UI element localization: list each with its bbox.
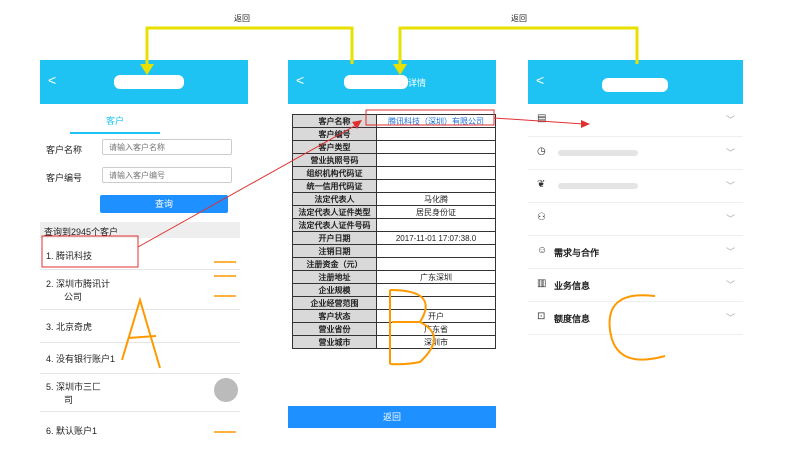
yellow-arrow-b-to-a (145, 26, 354, 70)
yellow-arrowheads (140, 64, 407, 75)
red-arrowhead (581, 120, 590, 128)
yellow-arrowhead (140, 64, 154, 75)
red-arrow-b-to-c (493, 117, 585, 125)
yellow-arrow-c-to-b (398, 26, 639, 70)
red-highlight-box-name (365, 109, 495, 126)
red-arrowhead (352, 120, 362, 129)
handwritten-b (389, 289, 435, 366)
yellow-back-arrows (145, 26, 639, 70)
red-highlight-box-customer (41, 235, 139, 268)
handwritten-a (121, 296, 161, 369)
orange-marker-strokes (214, 261, 236, 433)
yellow-arrowhead (393, 64, 407, 75)
annotation-overlay (41, 26, 666, 433)
handwritten-c (608, 294, 666, 361)
red-arrow-a-to-b (137, 123, 359, 248)
